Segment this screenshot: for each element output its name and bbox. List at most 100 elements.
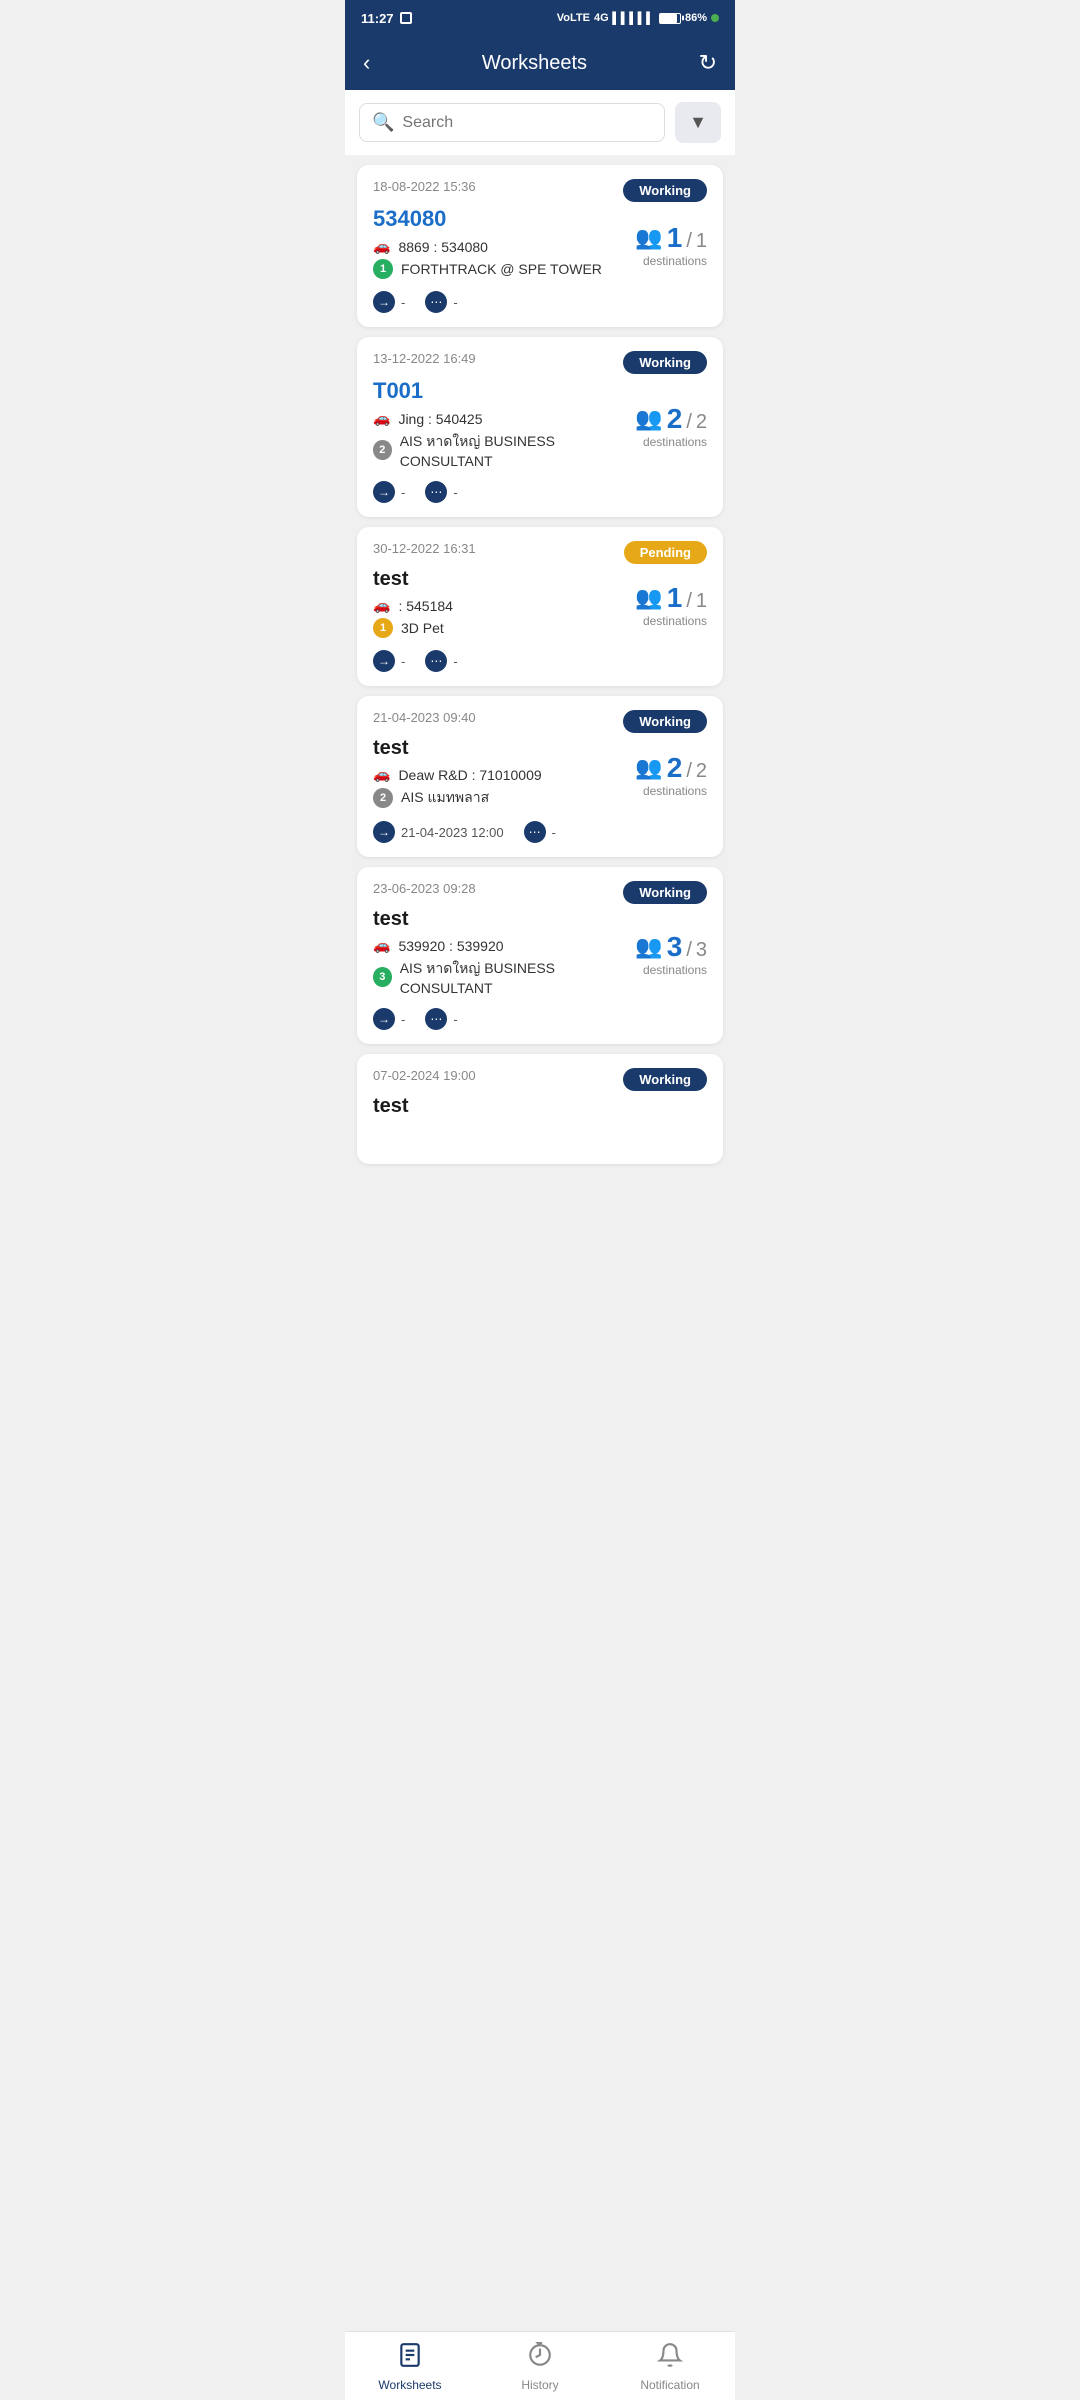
battery-icon <box>659 13 681 24</box>
dest-total: 1 <box>696 590 707 613</box>
dest-icon: 👥 <box>635 755 662 781</box>
dest-total: 2 <box>696 411 707 434</box>
table-row[interactable]: 07-02-2024 19:00 Working test <box>357 1054 723 1164</box>
work-id: test <box>373 737 542 760</box>
footer-left: → - <box>373 481 405 503</box>
dest-icon: 👥 <box>635 585 662 611</box>
dest-total: 3 <box>696 939 707 962</box>
notification-label: Notification <box>640 2378 699 2392</box>
footer-right: ⋯ - <box>425 481 457 503</box>
status-badge: Working <box>623 881 707 904</box>
signal-icon: ▍▍▍▍▍ <box>613 12 655 25</box>
worksheets-icon <box>397 2342 423 2374</box>
work-id: test <box>373 908 635 931</box>
car-info: Deaw R&D : 71010009 <box>398 767 541 783</box>
status-badge: Working <box>623 351 707 374</box>
footer-right-text: - <box>552 825 556 840</box>
footer-left-text: - <box>401 1012 405 1027</box>
worksheets-label: Worksheets <box>378 2378 441 2392</box>
dest-current: 2 <box>667 752 683 784</box>
dest-current: 1 <box>667 222 683 254</box>
table-row[interactable]: 30-12-2022 16:31 Pending test 🚗 : 545184… <box>357 527 723 686</box>
car-icon: 🚗 <box>373 410 390 427</box>
location-text: FORTHTRACK @ SPE TOWER <box>401 261 602 277</box>
back-button[interactable]: ‹ <box>363 50 370 76</box>
notification-icon <box>657 2342 683 2374</box>
status-time: 11:27 <box>361 11 412 26</box>
footer-right: ⋯ - <box>425 291 457 313</box>
status-bar: 11:27 VoLTE 4G ▍▍▍▍▍ 86% <box>345 0 735 36</box>
pin-icon: 3 <box>373 967 392 987</box>
location-text: AIS หาดใหญ่ BUSINESS CONSULTANT <box>400 958 636 996</box>
status-badge: Working <box>623 710 707 733</box>
arrow-right-icon: → <box>373 1008 395 1030</box>
car-icon: 🚗 <box>373 597 390 614</box>
search-container: 🔍 ▼ <box>345 90 735 155</box>
card-date: 30-12-2022 16:31 <box>373 541 476 556</box>
car-icon: 🚗 <box>373 238 390 255</box>
dest-current: 2 <box>667 403 683 435</box>
nav-history[interactable]: History <box>475 2342 605 2392</box>
car-icon: 🚗 <box>373 766 390 783</box>
status-icons: VoLTE 4G ▍▍▍▍▍ 86% <box>557 12 719 25</box>
work-id: 534080 <box>373 206 602 232</box>
arrow-right-icon: → <box>373 650 395 672</box>
footer-left-text: - <box>401 295 405 310</box>
search-input-wrap: 🔍 <box>359 103 665 142</box>
battery-level: 86% <box>685 12 707 24</box>
table-row[interactable]: 13-12-2022 16:49 Working T001 🚗 Jing : 5… <box>357 337 723 517</box>
car-info: 8869 : 534080 <box>398 239 488 255</box>
nav-worksheets[interactable]: Worksheets <box>345 2342 475 2392</box>
status-badge: Working <box>623 1068 707 1091</box>
card-date: 07-02-2024 19:00 <box>373 1068 476 1083</box>
table-row[interactable]: 23-06-2023 09:28 Working test 🚗 539920 :… <box>357 867 723 1044</box>
search-input[interactable] <box>402 114 652 132</box>
filter-button[interactable]: ▼ <box>675 102 721 143</box>
dest-total: 1 <box>696 230 707 253</box>
work-id: test <box>373 1095 707 1118</box>
footer-left: → - <box>373 650 405 672</box>
table-row[interactable]: 18-08-2022 15:36 Working 534080 🚗 8869 :… <box>357 165 723 327</box>
dest-icon: 👥 <box>635 934 662 960</box>
dest-icon: 👥 <box>635 406 662 432</box>
app-header: ‹ Worksheets ↻ <box>345 36 735 90</box>
footer-left-text: - <box>401 485 405 500</box>
arrow-dots-icon: ⋯ <box>524 821 546 843</box>
time-display: 11:27 <box>361 11 394 26</box>
car-info: : 545184 <box>398 598 453 614</box>
volte-icon: VoLTE <box>557 12 590 24</box>
car-info: 539920 : 539920 <box>398 938 503 954</box>
location-text: 3D Pet <box>401 620 444 636</box>
car-icon: 🚗 <box>373 937 390 954</box>
footer-right-text: - <box>453 295 457 310</box>
pin-icon: 1 <box>373 259 393 279</box>
status-square-icon <box>400 12 412 24</box>
refresh-button[interactable]: ↻ <box>699 50 717 76</box>
car-info: Jing : 540425 <box>398 411 482 427</box>
history-label: History <box>521 2378 558 2392</box>
location-text: AIS หาดใหญ่ BUSINESS CONSULTANT <box>400 431 636 469</box>
arrow-right-icon: → <box>373 291 395 313</box>
card-date: 23-06-2023 09:28 <box>373 881 476 896</box>
arrow-right-icon: → <box>373 481 395 503</box>
work-id: test <box>373 568 453 591</box>
green-dot <box>711 14 719 22</box>
dest-icon: 👥 <box>635 225 662 251</box>
bottom-navigation: Worksheets History Notification <box>345 2331 735 2400</box>
footer-right-text: - <box>453 485 457 500</box>
footer-right: ⋯ - <box>425 1008 457 1030</box>
arrow-dots-icon: ⋯ <box>425 291 447 313</box>
work-id: T001 <box>373 378 635 404</box>
search-icon: 🔍 <box>372 112 394 133</box>
nav-notification[interactable]: Notification <box>605 2342 735 2392</box>
footer-right: ⋯ - <box>524 821 556 843</box>
status-badge: Pending <box>624 541 707 564</box>
dest-current: 3 <box>667 931 683 963</box>
footer-left-text: - <box>401 654 405 669</box>
arrow-dots-icon: ⋯ <box>425 650 447 672</box>
footer-left: → 21-04-2023 12:00 <box>373 821 504 843</box>
table-row[interactable]: 21-04-2023 09:40 Working test 🚗 Deaw R&D… <box>357 696 723 857</box>
footer-left-text: 21-04-2023 12:00 <box>401 825 504 840</box>
arrow-dots-icon: ⋯ <box>425 1008 447 1030</box>
card-date: 21-04-2023 09:40 <box>373 710 476 725</box>
